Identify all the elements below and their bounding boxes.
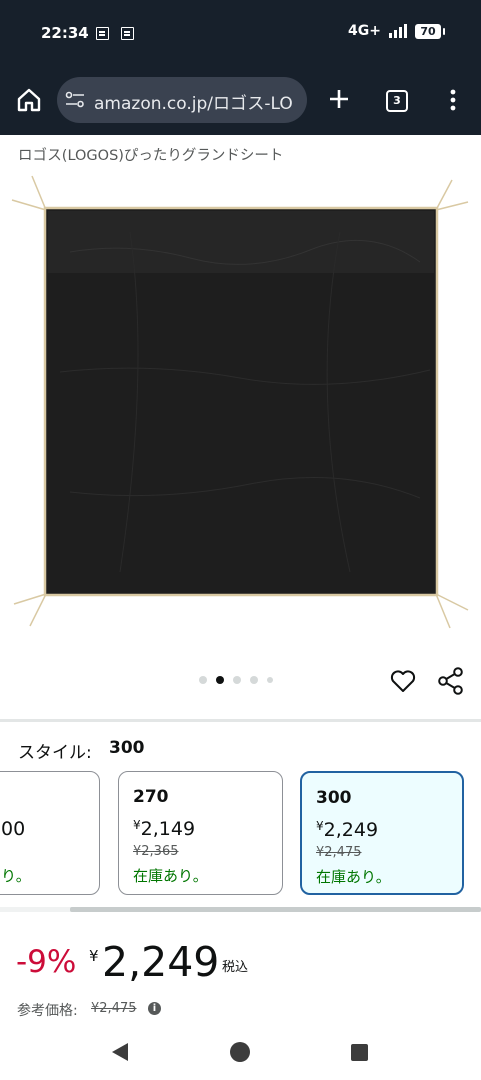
- option-price-value: 2,149: [140, 818, 196, 840]
- style-option-card-selected[interactable]: 300 ¥2,249 ¥2,475 在庫あり。: [300, 771, 464, 895]
- share-icon[interactable]: [437, 666, 465, 696]
- home-circle-icon[interactable]: [230, 1042, 250, 1062]
- network-type: 4G+: [348, 23, 381, 39]
- new-tab-icon[interactable]: [326, 86, 352, 112]
- option-stock: り。: [1, 867, 31, 885]
- carousel-dot[interactable]: [267, 677, 273, 683]
- carousel-dot-active[interactable]: [216, 676, 224, 684]
- back-icon[interactable]: [112, 1043, 128, 1061]
- style-selected-value: 300: [109, 738, 145, 758]
- site-settings-icon[interactable]: [65, 91, 85, 109]
- info-icon[interactable]: i: [148, 1002, 161, 1015]
- carousel-dot[interactable]: [199, 676, 207, 684]
- notification-icon: [96, 27, 109, 40]
- option-price-currency: ¥: [133, 818, 141, 832]
- option-price-currency: ¥: [316, 819, 324, 833]
- option-size: 270: [133, 787, 169, 807]
- option-price: ¥2,249: [316, 819, 378, 841]
- style-label: スタイル:: [18, 743, 92, 763]
- browser-chrome: 22:34 4G+ 70 amazon.co.jp/ロゴス-LO 3: [0, 0, 481, 135]
- options-scrollbar-thumb[interactable]: [70, 907, 481, 912]
- carousel-dot[interactable]: [250, 676, 258, 684]
- product-image[interactable]: [10, 172, 472, 632]
- image-carousel-indicator[interactable]: [199, 676, 273, 684]
- battery-icon: 70: [415, 23, 445, 39]
- option-stock: 在庫あり。: [316, 868, 391, 886]
- more-menu-icon[interactable]: [446, 88, 460, 112]
- option-list-price: ¥2,475: [316, 845, 362, 860]
- carousel-dot[interactable]: [233, 676, 241, 684]
- option-price: 00: [1, 818, 26, 840]
- status-time: 22:34: [41, 24, 89, 42]
- option-stock: 在庫あり。: [133, 867, 208, 885]
- reference-price-label: 参考価格:: [17, 1003, 78, 1019]
- url-bar[interactable]: amazon.co.jp/ロゴス-LO: [57, 77, 307, 123]
- style-option-card[interactable]: 00 り。: [0, 771, 100, 895]
- option-price: ¥2,149: [133, 818, 195, 840]
- signal-icon: [389, 24, 407, 38]
- tax-label: 税込: [222, 960, 249, 975]
- recent-apps-icon[interactable]: [351, 1044, 368, 1061]
- system-navigation-bar: [0, 1030, 481, 1080]
- section-divider: [0, 719, 481, 722]
- option-size: 300: [316, 788, 352, 808]
- price-value: 2,249: [102, 938, 220, 986]
- home-icon[interactable]: [15, 86, 43, 114]
- option-price-value: 2,249: [323, 819, 379, 841]
- discount-percent: -9%: [16, 944, 77, 980]
- reference-price: ¥2,475: [91, 1001, 137, 1016]
- option-list-price: ¥2,365: [133, 844, 179, 859]
- url-text: amazon.co.jp/ロゴス-LO: [94, 94, 293, 114]
- tab-switcher-button[interactable]: 3: [386, 90, 408, 112]
- product-title[interactable]: ロゴス(LOGOS)ぴったりグランドシート: [18, 144, 283, 165]
- price-currency: ¥: [89, 947, 99, 965]
- status-indicators: 4G+ 70: [348, 23, 445, 39]
- wishlist-heart-icon[interactable]: [389, 668, 417, 694]
- notification-icon: [121, 27, 134, 40]
- style-option-card[interactable]: 270 ¥2,149 ¥2,365 在庫あり。: [118, 771, 283, 895]
